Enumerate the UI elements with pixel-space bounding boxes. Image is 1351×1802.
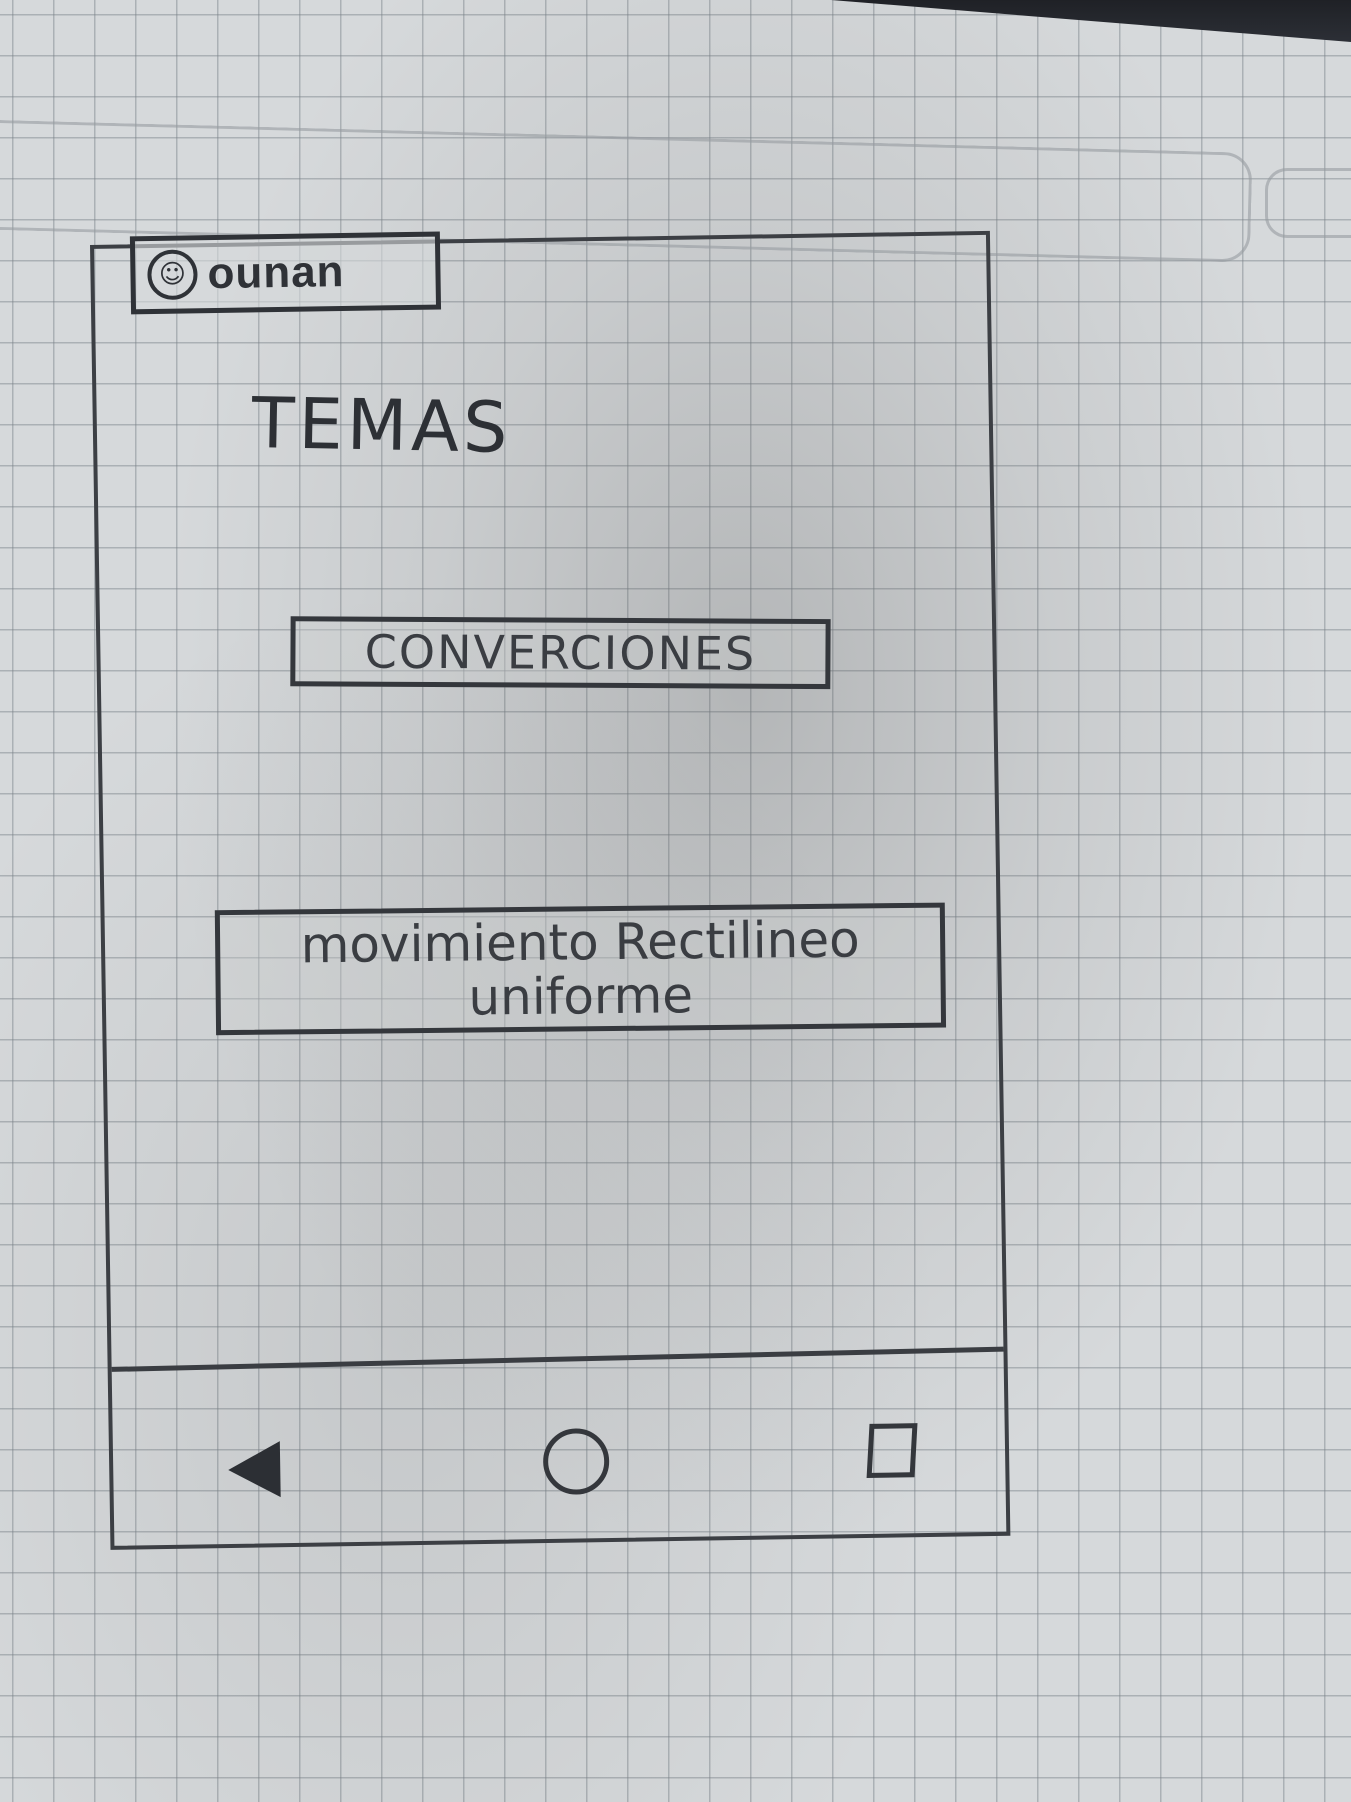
back-triangle-icon[interactable]: [227, 1441, 281, 1498]
system-navigation-bar: [112, 1360, 1006, 1534]
topic-button-mru[interactable]: movimiento Rectilineo uniforme: [214, 902, 947, 1036]
phone-screen-frame: ☺ ounan TEMAS CONVERCIONES movimiento Re…: [90, 230, 1011, 1550]
app-logo-icon: ☺: [147, 249, 198, 301]
page-title: TEMAS: [251, 381, 513, 469]
topic-button-label: movimiento Rectilineo uniforme: [300, 910, 860, 1027]
app-header[interactable]: ☺ ounan: [129, 231, 442, 315]
topic-button-conversiones[interactable]: CONVERCIONES: [290, 616, 831, 690]
home-circle-icon[interactable]: [542, 1427, 610, 1496]
recent-apps-square-icon[interactable]: [866, 1423, 918, 1478]
notebook-header-box: [1265, 168, 1351, 238]
app-name: ounan: [207, 247, 345, 299]
